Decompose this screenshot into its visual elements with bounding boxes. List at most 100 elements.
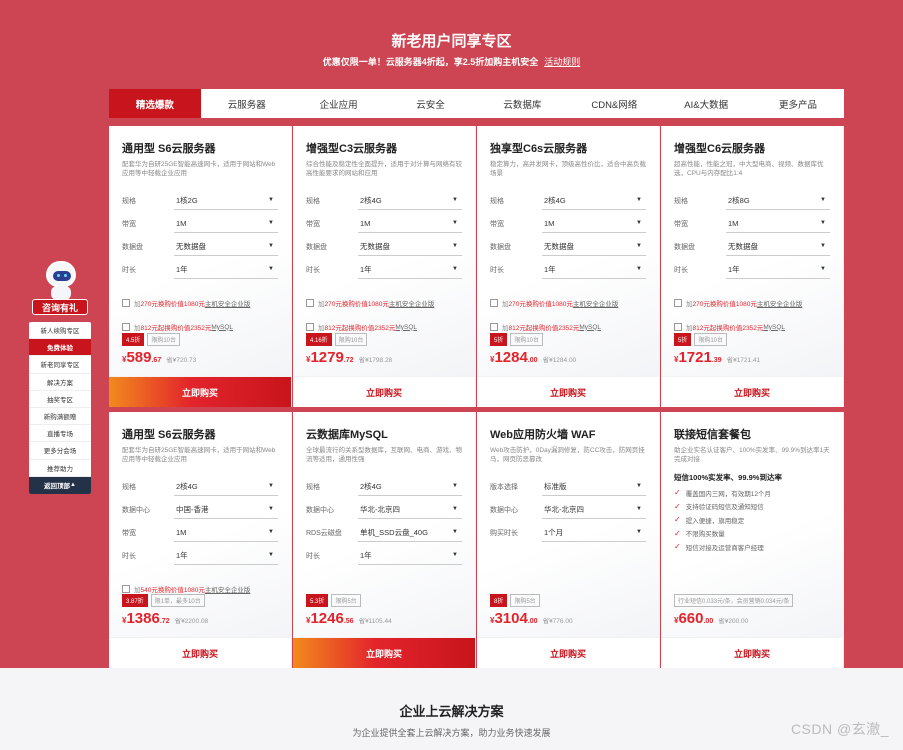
price-decimal: .00 bbox=[527, 618, 538, 625]
addon-checkbox[interactable] bbox=[490, 323, 498, 331]
tab-2[interactable]: 企业应用 bbox=[293, 89, 385, 118]
sidebar-item-0[interactable]: 新人续购专区 bbox=[29, 322, 91, 340]
config-select[interactable]: 2核4G ▼ bbox=[358, 192, 462, 210]
config-select[interactable]: 1M ▼ bbox=[542, 215, 646, 233]
buy-now-button[interactable]: 立即购买 bbox=[109, 376, 291, 407]
config-select[interactable]: 华北-北京四 ▼ bbox=[542, 501, 646, 519]
config-value: 标准版 bbox=[544, 481, 567, 491]
consult-gift-badge[interactable]: 咨询有礼 bbox=[32, 299, 88, 315]
config-select[interactable]: 1个月 ▼ bbox=[542, 524, 646, 542]
config-row: 数据盘 无数据盘 ▼ bbox=[490, 235, 646, 258]
config-value: 1年 bbox=[176, 550, 188, 560]
addon-product[interactable]: MySQL bbox=[579, 324, 601, 331]
config-select[interactable]: 中国-香港 ▼ bbox=[174, 501, 278, 519]
addon-checkbox[interactable] bbox=[306, 299, 314, 307]
sidebar-item-8[interactable]: 推荐助力 bbox=[29, 460, 91, 477]
buy-now-button[interactable]: 立即购买 bbox=[477, 376, 659, 407]
addon-checkbox[interactable] bbox=[122, 585, 130, 593]
config-label: 带宽 bbox=[674, 220, 688, 228]
limit-badge: 限购5台 bbox=[331, 594, 361, 607]
config-select[interactable]: 无数据盘 ▼ bbox=[358, 238, 462, 256]
addon-checkbox[interactable] bbox=[674, 323, 682, 331]
sidebar-item-4[interactable]: 抽奖专区 bbox=[29, 391, 91, 408]
config-select[interactable]: 无数据盘 ▼ bbox=[542, 238, 646, 256]
addon-product[interactable]: 主机安全企业版 bbox=[757, 298, 803, 308]
tab-1[interactable]: 云服务器 bbox=[201, 89, 293, 118]
config-value: 无数据盘 bbox=[728, 241, 758, 251]
config-select[interactable]: 1年 ▼ bbox=[174, 261, 278, 279]
config-select[interactable]: 1年 ▼ bbox=[358, 261, 462, 279]
config-select[interactable]: 1M ▼ bbox=[174, 215, 278, 233]
rules-link[interactable]: 活动规则 bbox=[544, 57, 580, 67]
addon-checkbox[interactable] bbox=[122, 299, 130, 307]
price-badges: 8折 限购5台 bbox=[490, 594, 540, 607]
buy-now-button[interactable]: 立即购买 bbox=[109, 637, 291, 668]
addon-checkbox[interactable] bbox=[490, 299, 498, 307]
addon-price: 812元起换购价值 bbox=[140, 325, 191, 332]
back-to-top-label: 返回顶部 bbox=[44, 483, 71, 491]
card-body: 通用型 S6云服务器 配套华为自研25GE智能高速网卡，适用于网站和Web应用等中… bbox=[109, 412, 291, 637]
config-select[interactable]: 无数据盘 ▼ bbox=[726, 238, 830, 256]
addon-product[interactable]: MySQL bbox=[763, 324, 785, 331]
config-select[interactable]: 无数据盘 ▼ bbox=[174, 238, 278, 256]
config-select[interactable]: 1年 ▼ bbox=[542, 261, 646, 279]
card-description: 助企业实名认证客户、100%实发率、99.9%到达率1天完成对接 bbox=[674, 447, 830, 463]
buy-now-button[interactable]: 立即购买 bbox=[293, 376, 475, 407]
config-label: 规格 bbox=[674, 197, 688, 205]
config-select[interactable]: 标准版 ▼ bbox=[542, 478, 646, 496]
config-value: 单机_SSD云盘_40G bbox=[360, 527, 428, 537]
addon-product[interactable]: MySQL bbox=[211, 324, 233, 331]
tab-5[interactable]: CDN&网络 bbox=[568, 89, 660, 118]
config-select[interactable]: 1年 ▼ bbox=[174, 547, 278, 565]
config-select[interactable]: 1M ▼ bbox=[726, 215, 830, 233]
sidebar-item-5[interactable]: 新购满额赠 bbox=[29, 408, 91, 426]
addon-product[interactable]: MySQL bbox=[395, 324, 417, 331]
tab-6[interactable]: AI&大数据 bbox=[660, 89, 752, 118]
sidebar-item-6[interactable]: 直播专场 bbox=[29, 425, 91, 443]
config-row: 带宽 1M ▼ bbox=[306, 212, 462, 235]
sidebar-item-1[interactable]: 免费体验 bbox=[29, 339, 91, 357]
addon-checkbox[interactable] bbox=[306, 323, 314, 331]
addon-price: 540元换购价值 bbox=[140, 587, 184, 594]
config-select[interactable]: 1年 ▼ bbox=[358, 547, 462, 565]
price-badges: 5.3折 限购5台 bbox=[306, 594, 361, 607]
buy-now-button[interactable]: 立即购买 bbox=[477, 637, 659, 668]
caret-down-icon: ▼ bbox=[452, 243, 458, 249]
addon-checkbox[interactable] bbox=[674, 299, 682, 307]
addon-option: 加 270元换购价值 1080元 主机安全企业版 bbox=[122, 291, 278, 315]
config-select[interactable]: 1M ▼ bbox=[174, 524, 278, 542]
config-select[interactable]: 2核4G ▼ bbox=[174, 478, 278, 496]
config-select[interactable]: 1M ▼ bbox=[358, 215, 462, 233]
addon-product[interactable]: 主机安全企业版 bbox=[573, 298, 619, 308]
addon-checkbox[interactable] bbox=[122, 323, 130, 331]
config-select[interactable]: 2核4G ▼ bbox=[542, 192, 646, 210]
price-badges: 3.87折 限1单，最多10台 bbox=[122, 594, 205, 607]
config-select[interactable]: 1核2G ▼ bbox=[174, 192, 278, 210]
config-select[interactable]: 2核4G ▼ bbox=[358, 478, 462, 496]
sidebar-item-2[interactable]: 新老同享专区 bbox=[29, 356, 91, 374]
addon-product[interactable]: 主机安全企业版 bbox=[205, 298, 251, 308]
buy-now-button[interactable]: 立即购买 bbox=[661, 637, 843, 668]
config-value: 无数据盘 bbox=[176, 241, 206, 251]
robot-mascot-icon[interactable]: 咨询有礼 bbox=[29, 258, 91, 322]
card-title: 云数据库MySQL bbox=[306, 429, 388, 441]
config-select[interactable]: 华北-北京四 ▼ bbox=[358, 501, 462, 519]
buy-now-button[interactable]: 立即购买 bbox=[293, 637, 475, 668]
price-decimal: .00 bbox=[703, 618, 714, 625]
tab-4[interactable]: 云数据库 bbox=[477, 89, 569, 118]
config-value: 1核2G bbox=[176, 195, 198, 205]
sidebar-item-3[interactable]: 解决方案 bbox=[29, 374, 91, 391]
tab-0[interactable]: 精选爆款 bbox=[109, 89, 201, 118]
addon-product[interactable]: 主机安全企业版 bbox=[205, 584, 251, 594]
sidebar-item-7[interactable]: 更多分会场 bbox=[29, 442, 91, 460]
config-select[interactable]: 2核8G ▼ bbox=[726, 192, 830, 210]
tab-7[interactable]: 更多产品 bbox=[752, 89, 844, 118]
card-title: 增强型C3云服务器 bbox=[306, 143, 398, 155]
sidebar-menu: 新人续购专区 免费体验 新老同享专区 解决方案 抽奖专区 新购满额赠 直播专场 更多分会场 推荐… bbox=[29, 322, 91, 494]
addon-product[interactable]: 主机安全企业版 bbox=[389, 298, 435, 308]
back-to-top-button[interactable]: 返回顶部 ▲ bbox=[29, 476, 91, 494]
config-select[interactable]: 单机_SSD云盘_40G ▼ bbox=[358, 524, 462, 542]
buy-now-button[interactable]: 立即购买 bbox=[661, 376, 843, 407]
tab-3[interactable]: 云安全 bbox=[385, 89, 477, 118]
config-select[interactable]: 1年 ▼ bbox=[726, 261, 830, 279]
